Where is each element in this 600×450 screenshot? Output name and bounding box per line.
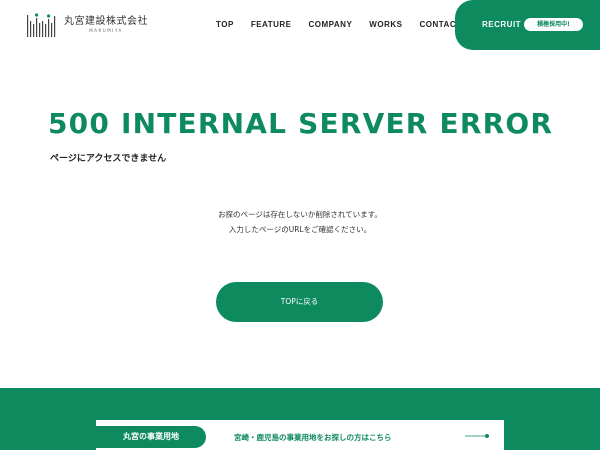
site-logo[interactable]: 丸宮建設株式会社 MARUMIYA	[26, 13, 148, 37]
error-message-line2: 入力したページのURLをご確認ください。	[228, 225, 372, 234]
nav-feature[interactable]: FEATURE	[251, 20, 292, 29]
recruit-badge: 積極採用中!	[524, 18, 583, 31]
error-message-line1: お探のページは存在しないか削除されています。	[218, 210, 382, 219]
land-link-text[interactable]: 宮崎・鹿児島の事業用地をお探しの方はこちら	[234, 432, 392, 443]
nav-works[interactable]: WORKS	[369, 20, 402, 29]
main-nav: TOP FEATURE COMPANY WORKS CONTACT	[216, 20, 461, 29]
nav-company[interactable]: COMPANY	[309, 20, 353, 29]
recruit-button[interactable]: RECRUIT 積極採用中!	[455, 0, 600, 50]
logo-name: 丸宮建設株式会社	[64, 16, 148, 27]
logo-subtitle: MARUMIYA	[89, 28, 123, 33]
nav-top[interactable]: TOP	[216, 20, 234, 29]
error-subtitle: ページにアクセスできません	[50, 154, 167, 164]
back-to-top-button[interactable]: TOPに戻る	[216, 282, 383, 322]
land-tab: 丸宮の事業用地	[96, 426, 206, 448]
arrow-right-icon	[465, 434, 489, 438]
recruit-label: RECRUIT	[482, 20, 522, 29]
error-title: 500 INTERNAL SERVER ERROR	[48, 107, 554, 140]
logo-mark-icon	[27, 13, 56, 37]
